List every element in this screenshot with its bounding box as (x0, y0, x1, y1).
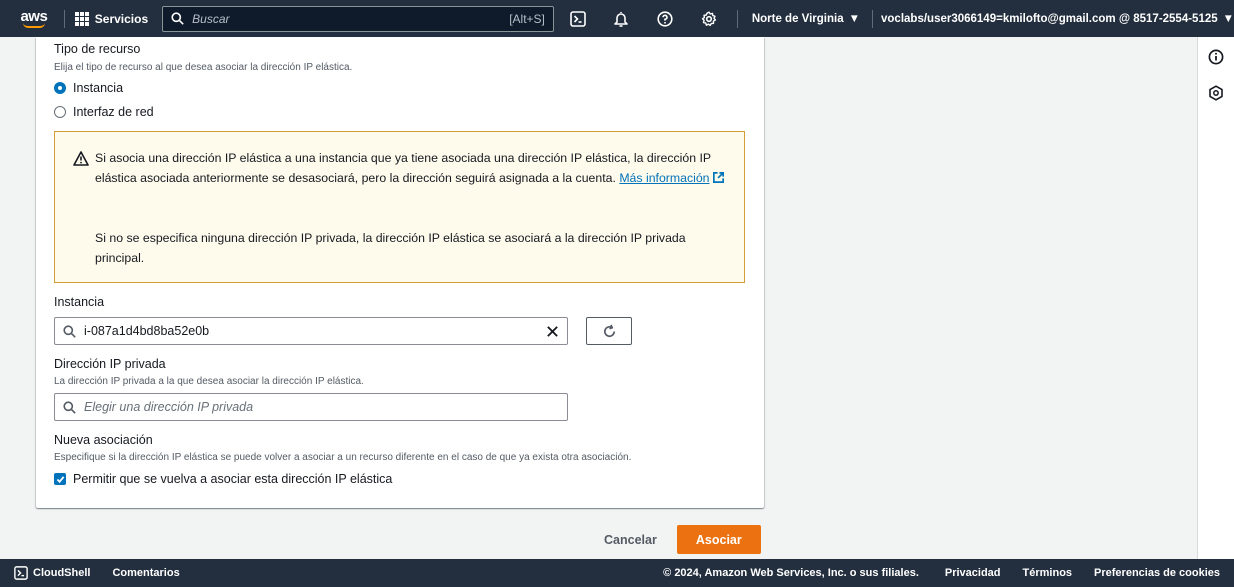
checkbox-checked-icon (54, 473, 66, 485)
private-ip-label: Dirección IP privada (54, 357, 166, 371)
radio-instance-label: Instancia (73, 81, 124, 95)
services-label: Servicios (94, 11, 149, 26)
notifications-button[interactable] (600, 0, 644, 37)
utility-rail (1197, 37, 1234, 559)
grid-icon (74, 11, 89, 26)
resource-type-description: Elija el tipo de recurso al que desea as… (54, 62, 353, 73)
bell-icon (614, 11, 629, 27)
hexagon-icon (1209, 85, 1223, 101)
search-icon (171, 12, 184, 25)
footer-cookies-link[interactable]: Preferencias de cookies (1094, 567, 1220, 579)
search-icon (63, 324, 76, 338)
info-panel-button[interactable] (1198, 39, 1234, 75)
allow-reassociation-label: Permitir que se vuelva a asociar esta di… (73, 472, 393, 486)
aws-logo[interactable]: aws (14, 4, 54, 34)
allow-reassociation-checkbox[interactable]: Permitir que se vuelva a asociar esta di… (54, 472, 392, 486)
footer-cookies-label: Preferencias de cookies (1094, 567, 1220, 579)
footer-terms-label: Términos (1022, 567, 1073, 579)
footer: CloudShell Comentarios © 2024, Amazon We… (0, 559, 1234, 587)
footer-feedback-label: Comentarios (112, 567, 180, 579)
divider (63, 9, 65, 28)
external-link-icon (712, 172, 724, 183)
reassociation-label: Nueva asociación (54, 433, 153, 447)
reassociation-description: Especifique si la dirección IP elástica … (54, 452, 632, 463)
caret-down-icon: ▼ (1222, 12, 1234, 25)
refresh-button[interactable] (586, 317, 632, 345)
services-menu-button[interactable]: Servicios (74, 11, 149, 26)
info-icon (1208, 49, 1224, 65)
footer-cloudshell-label: CloudShell (33, 567, 91, 579)
account-menu[interactable]: voclabs/user3066149=kmilofto@gmail.com @… (881, 13, 1234, 25)
terminal-icon (569, 10, 586, 27)
footer-privacy-label: Privacidad (944, 567, 1001, 579)
footer-privacy-link[interactable]: Privacidad (945, 567, 1001, 579)
clear-icon[interactable] (546, 325, 559, 338)
divider (872, 9, 874, 28)
caret-down-icon: ▼ (848, 12, 861, 25)
private-ip-input[interactable] (84, 400, 559, 414)
search-input[interactable] (192, 11, 502, 26)
warning-icon (73, 151, 89, 166)
warning-text: Si asocia una dirección IP elástica a un… (95, 148, 725, 188)
radio-network-interface-label: Interfaz de red (73, 105, 154, 119)
radio-network-interface[interactable]: Interfaz de red (54, 105, 154, 119)
footer-feedback-link[interactable]: Comentarios (112, 567, 179, 579)
account-label: voclabs/user3066149=kmilofto@gmail.com @… (881, 12, 1218, 25)
cancel-button[interactable]: Cancelar (596, 526, 665, 554)
search-icon (63, 400, 76, 414)
region-selector[interactable]: Norte de Virginia ▼ (752, 13, 860, 25)
more-info-link[interactable]: Más información (619, 171, 724, 185)
radio-selected-icon (54, 82, 66, 94)
radio-unselected-icon (54, 106, 66, 118)
cloudshell-button[interactable] (556, 0, 600, 37)
private-ip-description: La dirección IP privada a la que desea a… (54, 376, 364, 387)
form-actions: Cancelar Asociar (596, 525, 761, 554)
divider (736, 9, 738, 28)
footer-copyright: © 2024, Amazon Web Services, Inc. o sus … (663, 567, 919, 579)
tutorials-button[interactable] (1198, 75, 1234, 111)
search-box[interactable]: [Alt+S] (162, 5, 554, 32)
private-ip-select[interactable] (54, 393, 568, 421)
footer-cloudshell-button[interactable]: CloudShell (14, 566, 90, 580)
radio-instance[interactable]: Instancia (54, 81, 123, 95)
instance-search-field[interactable] (54, 317, 568, 345)
help-icon (657, 10, 673, 27)
refresh-icon (603, 324, 615, 337)
associate-button[interactable]: Asociar (676, 525, 761, 554)
warning-text-secondary: Si no se especifica ninguna dirección IP… (95, 231, 686, 265)
search-shortcut-hint: [Alt+S] (509, 11, 545, 26)
gear-icon (701, 11, 717, 26)
top-navigation: aws Servicios [Alt+S] Norte de Virginia … (0, 0, 1234, 37)
instance-label: Instancia (54, 295, 105, 309)
resource-type-label: Tipo de recurso (54, 42, 141, 56)
aws-logo-text: aws (20, 7, 48, 25)
help-button[interactable] (643, 0, 687, 37)
aws-smile-icon (22, 23, 45, 28)
footer-terms-link[interactable]: Términos (1023, 567, 1073, 579)
settings-button[interactable] (687, 0, 731, 37)
warning-alert: Si asocia una dirección IP elástica a un… (54, 131, 745, 283)
associate-form-panel: Tipo de recurso Elija el tipo de recurso… (36, 37, 764, 508)
instance-input[interactable] (84, 324, 538, 338)
more-info-link-label: Más información (619, 171, 710, 185)
region-label: Norte de Virginia (751, 12, 844, 25)
terminal-icon (14, 566, 28, 580)
